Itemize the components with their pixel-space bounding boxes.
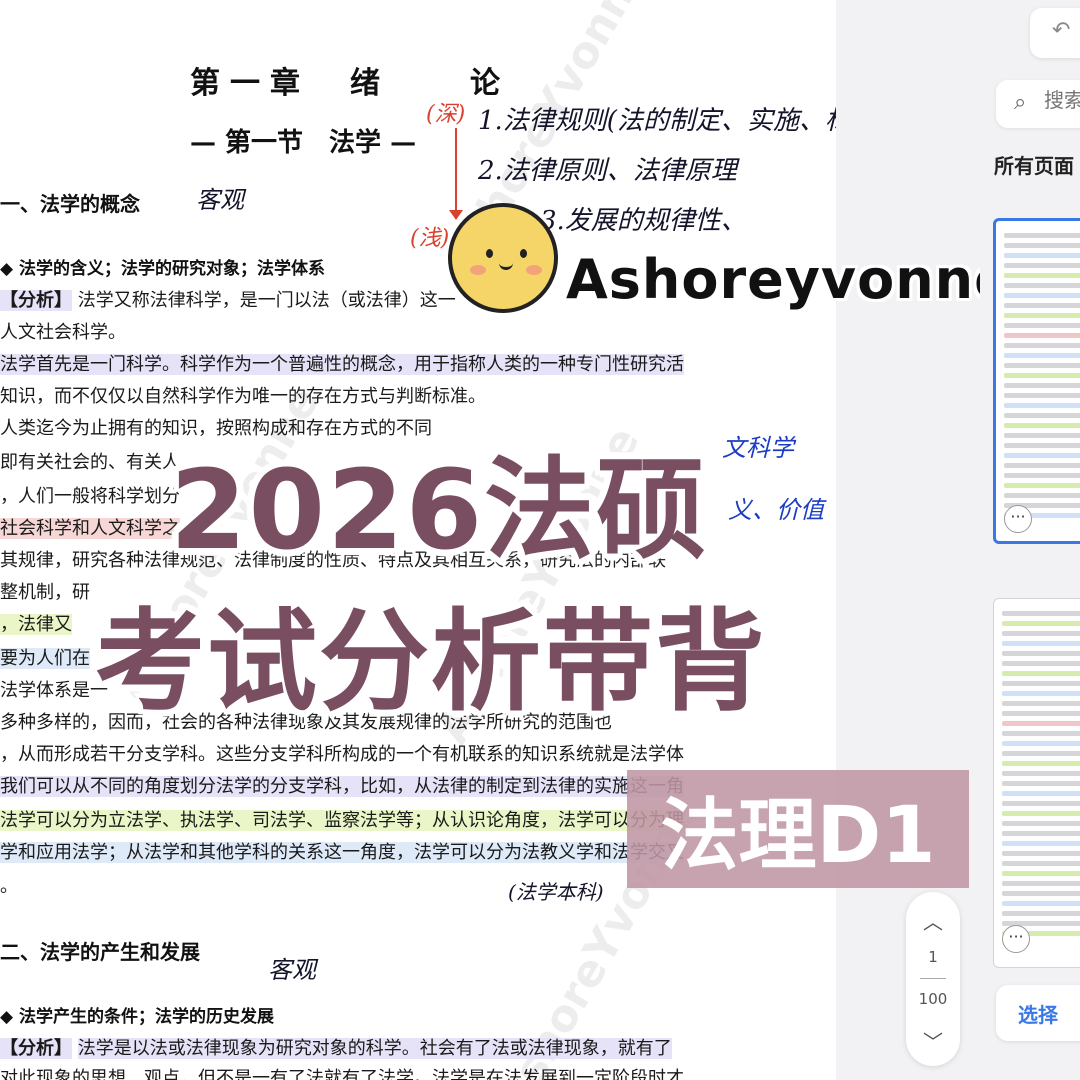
handwritten-note: 义、价值 bbox=[728, 496, 824, 524]
all-pages-label: 所有页面 bbox=[994, 154, 1074, 178]
sticker-eye bbox=[520, 249, 527, 258]
handwritten-note: 文科学 bbox=[722, 434, 794, 462]
text-line: 知识，而不仅仅以自然科学作为唯一的存在方式与判断标准。 bbox=[0, 386, 486, 407]
undo-button[interactable]: ↶ bbox=[1030, 8, 1080, 58]
handwritten-item: 2.法律原则、法律原理 bbox=[478, 156, 737, 186]
text-line: ，人们一般将科学划分 bbox=[0, 486, 180, 507]
page-thumbnail-2[interactable]: ··· bbox=[993, 598, 1080, 968]
undo-icon: ↶ bbox=[1052, 18, 1071, 43]
text-line: 学和应用法学；从法学和其他学科的关系这一角度，法学可以分为法教义学和法学交叉 bbox=[0, 842, 684, 863]
sticker-cheek bbox=[526, 265, 542, 275]
text-line: 【分析】 法学又称法律科学，是一门以法（或法律）这一 bbox=[0, 290, 456, 311]
text-line: 法学可以分为立法学、执法学、司法学、监察法学等；从认识论角度，法学可以分为理 bbox=[0, 810, 684, 831]
text-line: 【分析】 法学是以法或法律现象为研究对象的科学。社会有了法或法律现象，就有了 bbox=[0, 1038, 672, 1059]
handwritten-label-deep: (深) bbox=[426, 102, 466, 127]
arrow-down-icon bbox=[449, 128, 463, 220]
text-line: 即有关社会的、有关人 bbox=[0, 452, 180, 473]
page-thumbnail-1[interactable]: ··· bbox=[993, 218, 1080, 544]
handwritten-note: 客观 bbox=[268, 956, 316, 984]
text-line: 法学首先是一门科学。科学作为一个普遍性的概念，用于指称人类的一种专门性研究活 bbox=[0, 354, 684, 375]
banner-title-line-2: 考试分析带背 bbox=[95, 598, 767, 726]
sticker-cheek bbox=[470, 265, 486, 275]
more-options-button[interactable]: ··· bbox=[1002, 925, 1030, 953]
sticker-mouth bbox=[499, 262, 513, 270]
more-options-button[interactable]: ··· bbox=[1004, 505, 1032, 533]
text-line: 社会科学和人文科学之 bbox=[0, 518, 180, 539]
section-title: — 第一节 法学 — bbox=[190, 128, 417, 158]
handwritten-item: 1.法律规则(法的制定、实施、标准) bbox=[478, 106, 836, 136]
section-heading-concept: 一、法学的概念 bbox=[0, 192, 140, 216]
brand-name: Ashoreyvonne bbox=[566, 248, 1012, 311]
section-heading-origin: 二、法学的产生和发展 bbox=[0, 940, 200, 964]
search-input[interactable] bbox=[1044, 90, 1080, 113]
text-line: 我们可以从不同的角度划分法学的分支学科，比如，从法律的制定到法律的实施这一角 bbox=[0, 776, 684, 797]
text-line: 整机制，研 bbox=[0, 582, 90, 603]
handwritten-note: (法学本科) bbox=[508, 880, 604, 904]
text-line: 法学体系是一 bbox=[0, 680, 108, 701]
text-line: 对此现象的思想、观点，但不是一有了法就有了法学。法学是在法发展到一定阶段时才 bbox=[0, 1068, 684, 1080]
key-points: ◆ 法学产生的条件；法学的历史发展 bbox=[0, 1007, 274, 1027]
sticker-eye bbox=[486, 249, 493, 258]
total-pages: 100 bbox=[918, 990, 948, 1008]
page-stepper: ︿ 1 100 ﹀ bbox=[906, 892, 960, 1066]
text-line: ，从而形成若干分支学科。这些分支学科所构成的一个有机联系的知识系统就是法学体 bbox=[0, 744, 684, 765]
page-sidebar: ↶ ⌕ 所有页面 ··· ··· 选择 bbox=[980, 0, 1080, 1080]
text-line: 要为人们在 bbox=[0, 648, 90, 669]
subject-tag: 法理D1 bbox=[627, 770, 969, 888]
chevron-down-icon[interactable]: ﹀ bbox=[906, 1026, 960, 1055]
text-line: 人文社会科学。 bbox=[0, 322, 126, 343]
smiley-face-sticker bbox=[448, 203, 558, 313]
handwritten-item: 3.发展的规律性、 bbox=[540, 206, 747, 236]
select-button[interactable]: 选择 bbox=[996, 985, 1080, 1041]
search-icon: ⌕ bbox=[1014, 90, 1027, 115]
handwritten-note: 客观 bbox=[196, 186, 244, 214]
text-line: ，法律又 bbox=[0, 614, 72, 635]
current-page-number: 1 bbox=[928, 948, 938, 966]
banner-title-line-1: 2026法硕 bbox=[170, 446, 709, 574]
chevron-up-icon[interactable]: ︿ bbox=[906, 906, 960, 935]
key-points: ◆ 法学的含义；法学的研究对象；法学体系 bbox=[0, 259, 325, 279]
handwritten-label-shallow: (浅) bbox=[410, 226, 450, 251]
page-divider bbox=[920, 978, 946, 979]
text-line: 。 bbox=[0, 876, 18, 897]
search-box[interactable]: ⌕ bbox=[996, 80, 1080, 128]
